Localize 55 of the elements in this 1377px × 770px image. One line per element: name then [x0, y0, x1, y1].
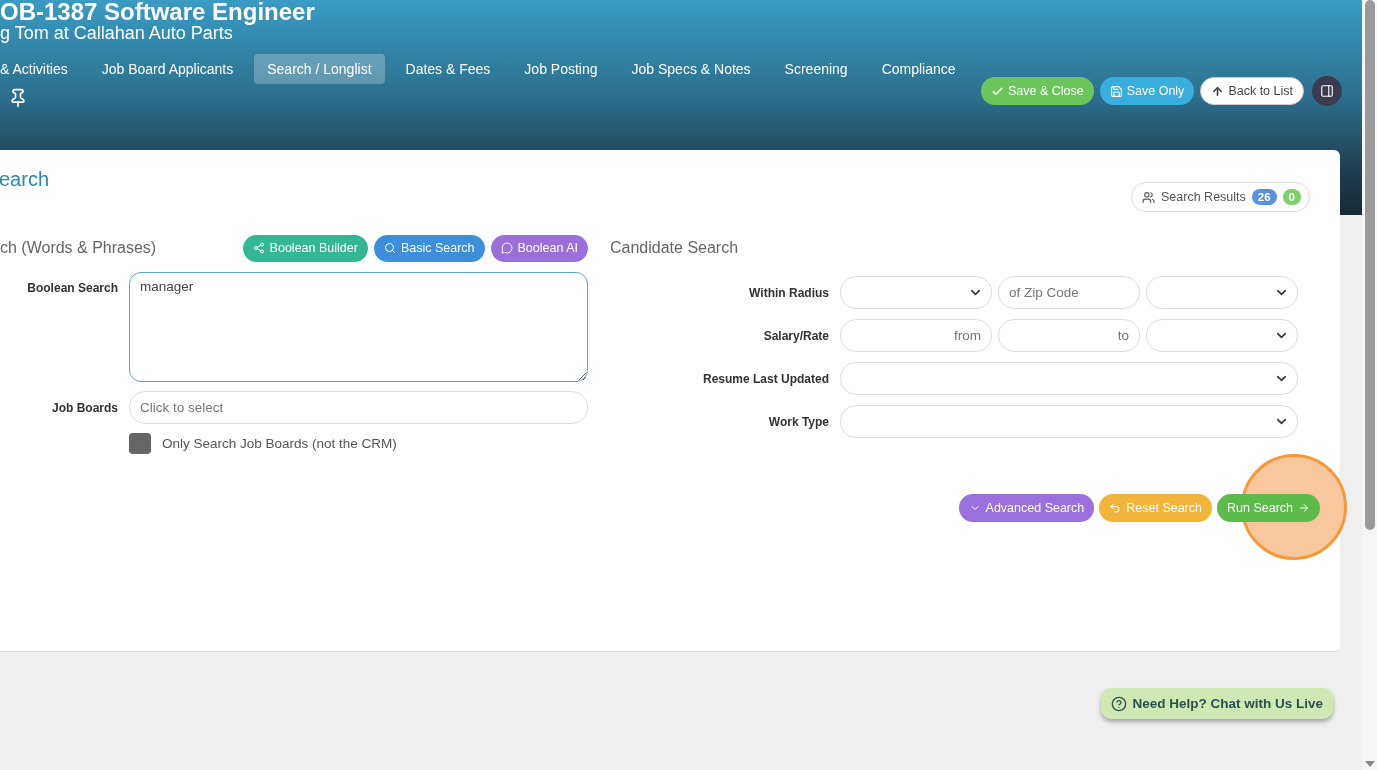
- field-label: Within Radius: [748, 285, 830, 300]
- tab[interactable]: Job Posting: [511, 54, 611, 84]
- mode-button[interactable]: Boolean AI: [490, 234, 588, 262]
- action-button[interactable]: Back to List: [1200, 77, 1304, 105]
- boolean-search-field[interactable]: manager: [129, 272, 588, 382]
- tab[interactable]: Job Board Applicants: [88, 54, 247, 84]
- count-badge: 0: [1282, 189, 1301, 205]
- search-button[interactable]: Run Search: [1217, 494, 1320, 522]
- job-title: OB-1387 Software Engineer: [0, 0, 316, 24]
- action-button[interactable]: Save Only: [1099, 77, 1195, 105]
- select-field[interactable]: [840, 276, 992, 309]
- section-title: ch (Words & Phrases): [0, 239, 157, 257]
- field-label: Salary/Rate: [762, 328, 830, 343]
- tab[interactable]: Dates & Fees: [392, 54, 504, 84]
- field-label: Work Type: [767, 414, 830, 429]
- job-subtitle: g Tom at Callahan Auto Parts: [0, 23, 233, 44]
- arrow-right-icon: [1298, 502, 1310, 514]
- job-boards-field[interactable]: Click to select: [129, 391, 588, 424]
- users-icon: [1142, 190, 1156, 204]
- save-icon: [1109, 84, 1123, 98]
- check-icon: [990, 84, 1004, 98]
- mode-button[interactable]: Basic Search: [373, 234, 485, 262]
- share-icon: [252, 242, 265, 254]
- panel-toggle-button[interactable]: [1312, 76, 1342, 106]
- help-chat-button[interactable]: Need Help? Chat with Us Live: [1101, 688, 1333, 719]
- undo-icon: [1109, 502, 1122, 514]
- search-icon: [383, 242, 396, 254]
- select-field[interactable]: [840, 405, 1298, 438]
- search-button[interactable]: Advanced Search: [958, 494, 1095, 522]
- select-field[interactable]: [1146, 319, 1298, 352]
- tab[interactable]: Screening: [771, 54, 861, 84]
- checkbox-label: Only Search Job Boards (not the CRM): [162, 436, 397, 451]
- tab[interactable]: & Activities: [0, 54, 81, 84]
- pin-icon[interactable]: [8, 88, 28, 108]
- input-field[interactable]: from: [840, 319, 992, 352]
- field-label: Resume Last Updated: [701, 371, 830, 386]
- chat-icon: [500, 242, 513, 254]
- select-field[interactable]: [1146, 276, 1298, 309]
- checkbox[interactable]: [129, 433, 151, 454]
- tab[interactable]: Job Specs & Notes: [618, 54, 764, 84]
- arrow-up-icon: [1211, 84, 1225, 98]
- section-title: Candidate Search: [610, 239, 739, 257]
- mode-button[interactable]: Boolean Builder: [242, 234, 368, 262]
- input-field[interactable]: of Zip Code: [998, 276, 1140, 309]
- scroll-down-icon[interactable]: [1364, 761, 1375, 767]
- tab[interactable]: Search / Longlist: [254, 54, 385, 84]
- input-field[interactable]: to: [998, 319, 1140, 352]
- page-title: earch: [0, 168, 50, 191]
- field-label: Job Boards: [51, 400, 119, 415]
- tab[interactable]: Compliance: [868, 54, 969, 84]
- count-badge: 26: [1251, 189, 1277, 205]
- help-icon: [1111, 695, 1128, 712]
- field-label: Boolean Search: [26, 280, 119, 295]
- panel-icon: [1320, 84, 1334, 98]
- select-field[interactable]: [840, 362, 1298, 395]
